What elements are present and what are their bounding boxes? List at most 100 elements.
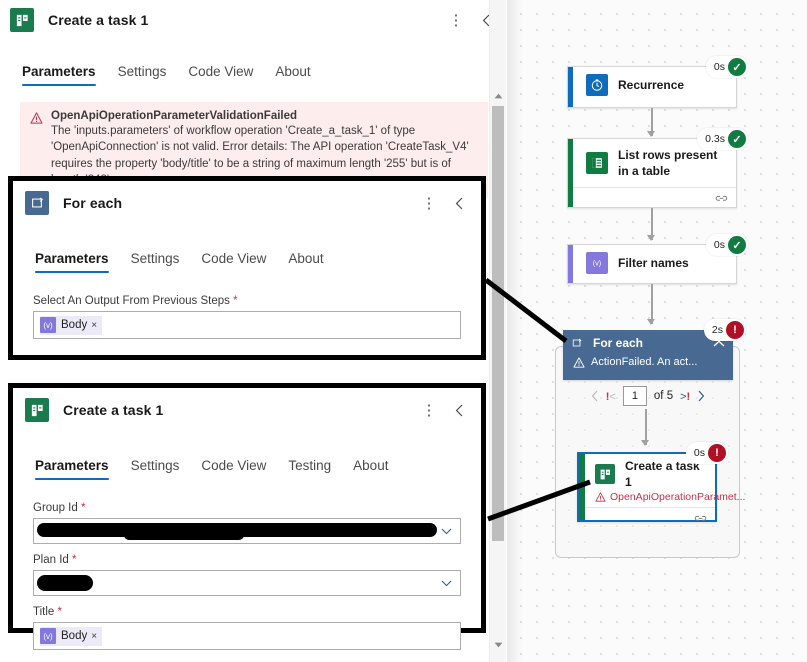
title-input[interactable]: (v) Body × [33, 622, 461, 650]
pager-first-button[interactable] [591, 390, 599, 402]
connector-filter-to-foreach [651, 284, 653, 324]
callout-box-foreach-panel: For each ⋮ Parameters Settings Code View… [8, 176, 486, 360]
flow-node-filter-names[interactable]: (v) Filter names 0s ✓ [567, 234, 748, 284]
field-label-group-id: Group Id * [33, 502, 461, 514]
pager-prev-failed-chevron: < [609, 390, 616, 403]
foreach-node-label: For each [593, 336, 644, 350]
node-duration: 0s [713, 239, 725, 251]
select-output-input[interactable]: (v) Body × [33, 311, 461, 339]
node-status-stripe [568, 67, 573, 107]
foreach-duration: 2s [711, 324, 723, 336]
pane-scrollbar[interactable] [489, 0, 506, 662]
expression-icon: (v) [40, 628, 56, 644]
error-title: OpenApiOperationParameterValidationFaile… [51, 110, 298, 122]
tabs-task: Parameters Settings Code View Testing Ab… [13, 446, 481, 480]
tab-code-view[interactable]: Code View [201, 251, 266, 273]
panel-header-foreach: For each ⋮ [13, 181, 481, 225]
token-remove-icon[interactable]: × [91, 320, 97, 331]
node-duration: 0.3s [705, 133, 725, 145]
tab-about[interactable]: About [288, 251, 323, 273]
node-label: List rows present in a table [618, 147, 718, 178]
pager-next-failed-button[interactable]: >! [680, 390, 690, 403]
flow-node-list-rows[interactable]: List rows present in a table 0.3s ✓ [567, 128, 748, 208]
node-footer [585, 507, 715, 528]
error-exclamation-icon: ! [726, 321, 744, 339]
field-label-text: Plan Id [33, 554, 69, 566]
expression-icon: (v) [40, 317, 56, 333]
scroll-down-arrow[interactable] [490, 636, 506, 653]
field-select-output: Select An Output From Previous Steps * (… [13, 295, 481, 339]
tab-about[interactable]: About [275, 64, 310, 86]
chevron-down-icon[interactable] [441, 528, 454, 535]
token-label: Body [61, 630, 88, 642]
flow-node-create-a-task-1[interactable]: Create a task 1 OpenApiOperationParamet.… [577, 442, 745, 522]
foreach-error-text: ActionFailed. An act... [591, 356, 698, 368]
scroll-up-arrow[interactable] [490, 87, 506, 104]
panel-header-actions-task: ⋮ [421, 401, 471, 419]
pager-page-input[interactable]: 1 [622, 386, 647, 406]
tab-parameters[interactable]: Parameters [35, 251, 109, 273]
clock-icon [586, 74, 608, 96]
field-plan-id: Plan Id * [13, 554, 481, 596]
warning-triangle-icon [595, 492, 606, 503]
panel-title-foreach: For each [63, 195, 123, 211]
link-chain-icon[interactable] [694, 513, 707, 524]
foreach-loop-icon [571, 337, 583, 349]
connector-arrowhead [647, 235, 655, 241]
pager-prev-failed-button[interactable]: !< [606, 390, 616, 403]
node-status-pill: 0s ✓ [705, 56, 748, 78]
panel-title: Create a task 1 [48, 12, 149, 28]
callout-box-task-panel: Create a task 1 ⋮ Parameters Settings Co… [8, 383, 486, 650]
token-body[interactable]: (v) Body × [40, 315, 103, 335]
panel-header-task: Create a task 1 ⋮ [13, 388, 481, 432]
field-label-select-output: Select An Output From Previous Steps * [33, 295, 461, 307]
chevron-left-icon[interactable] [451, 401, 467, 419]
group-id-dropdown[interactable] [33, 518, 461, 544]
field-label-title: Title * [33, 606, 461, 618]
required-marker: * [57, 606, 62, 618]
token-body[interactable]: (v) Body × [40, 626, 103, 646]
planner-icon [10, 8, 34, 32]
success-check-icon: ✓ [728, 130, 746, 148]
tabs-base: Parameters Settings Code View About [0, 52, 508, 86]
tab-parameters[interactable]: Parameters [35, 458, 109, 480]
kebab-menu-icon[interactable]: ⋮ [448, 11, 464, 29]
token-remove-icon[interactable]: × [91, 631, 97, 642]
foreach-node-header[interactable]: For each ActionFailed. An act... 2s ! [563, 319, 746, 380]
token-label: Body [61, 319, 88, 331]
chevron-left-icon[interactable] [451, 194, 467, 212]
scroll-thumb[interactable] [492, 106, 504, 541]
chevron-down-icon[interactable] [441, 580, 454, 587]
redacted-value [37, 575, 93, 591]
node-label: Filter names [618, 255, 689, 270]
tab-parameters[interactable]: Parameters [22, 64, 96, 86]
link-chain-icon[interactable] [715, 193, 728, 204]
field-label-text: Select An Output From Previous Steps [33, 295, 230, 307]
tab-code-view[interactable]: Code View [201, 458, 266, 480]
field-label-plan-id: Plan Id * [33, 554, 461, 566]
tab-settings[interactable]: Settings [131, 458, 180, 480]
pager-total-label: of 5 [653, 390, 674, 402]
kebab-menu-icon[interactable]: ⋮ [421, 401, 437, 419]
node-status-pill: 0s ✓ [705, 234, 748, 256]
flow-node-recurrence[interactable]: Recurrence 0s ✓ [567, 56, 748, 108]
success-check-icon: ✓ [728, 236, 746, 254]
kebab-menu-icon[interactable]: ⋮ [421, 194, 437, 212]
success-check-icon: ✓ [728, 58, 746, 76]
tab-settings[interactable]: Settings [131, 251, 180, 273]
plan-id-dropdown[interactable] [33, 570, 461, 596]
connector-arrowhead [647, 319, 655, 325]
error-exclamation-icon: ! [708, 444, 726, 462]
excel-icon [586, 152, 608, 174]
redacted-value-2 [124, 528, 244, 540]
required-marker: * [72, 554, 77, 566]
tab-about[interactable]: About [353, 458, 388, 480]
node-status-stripe [579, 454, 585, 520]
pager-last-button[interactable] [697, 390, 705, 402]
svg-text:(v): (v) [593, 259, 601, 268]
tab-settings[interactable]: Settings [118, 64, 167, 86]
tab-testing[interactable]: Testing [288, 458, 331, 480]
planner-icon [595, 464, 615, 485]
warning-triangle-icon [573, 356, 585, 368]
tab-code-view[interactable]: Code View [188, 64, 253, 86]
